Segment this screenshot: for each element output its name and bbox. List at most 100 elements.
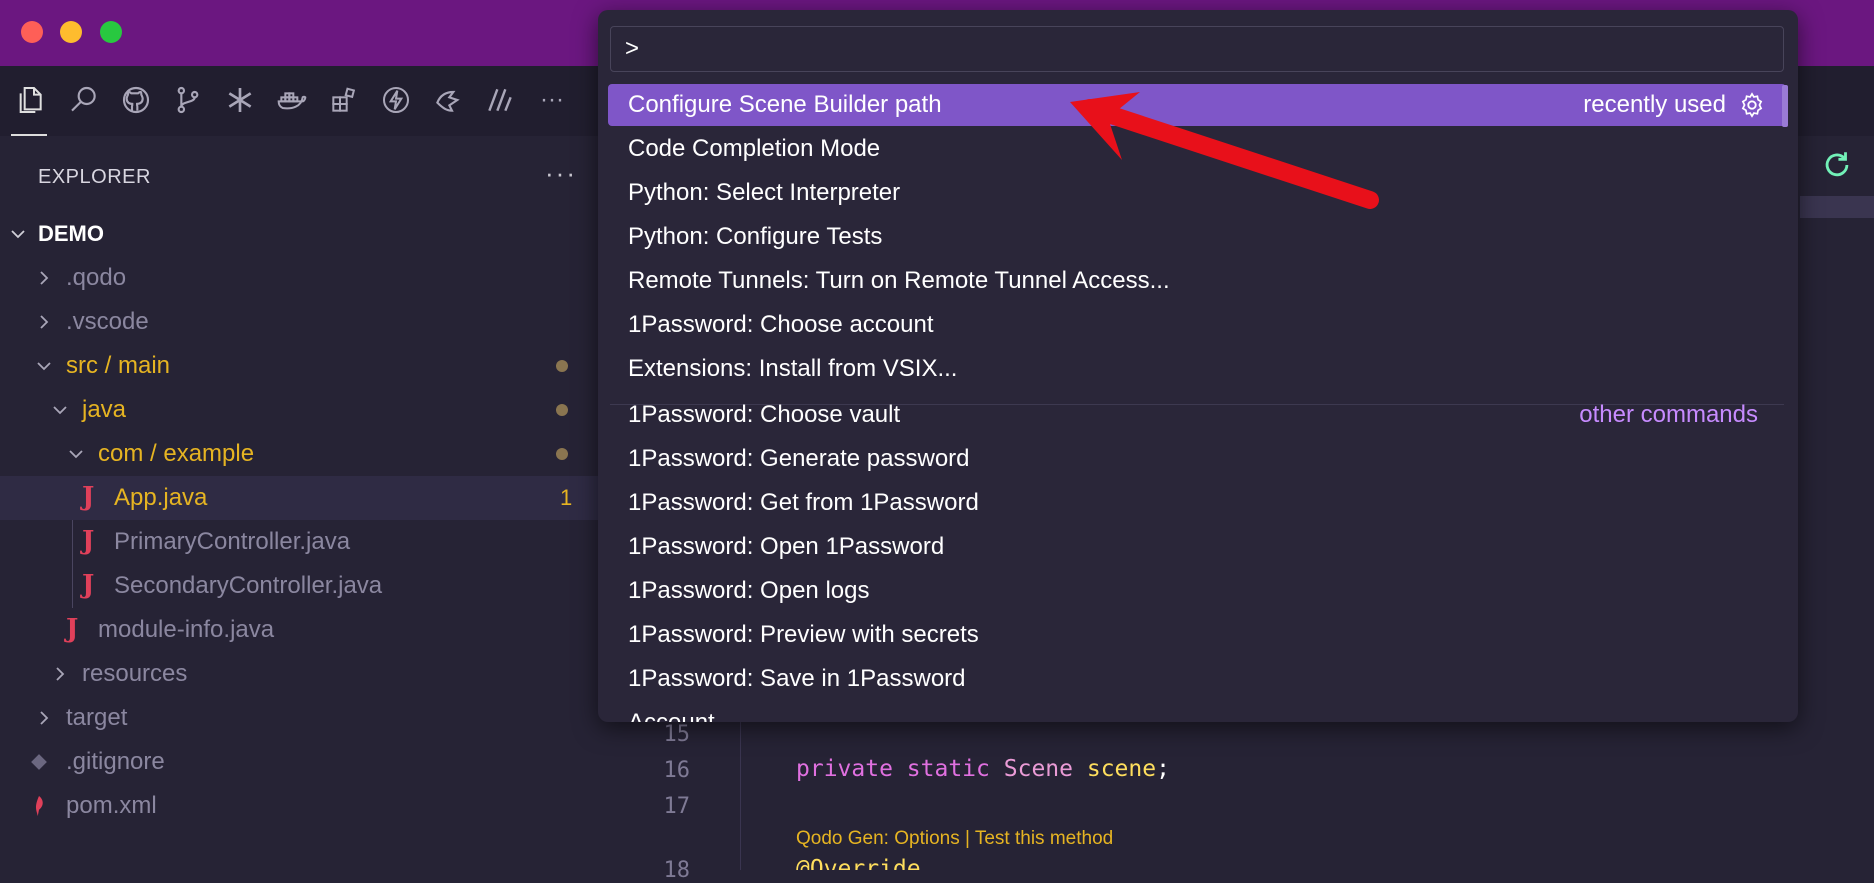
tree-item-pom-xml[interactable]: pom.xml bbox=[0, 784, 600, 828]
chevron-down-icon bbox=[69, 450, 83, 459]
more-icon[interactable]: ··· bbox=[534, 82, 570, 118]
line-number: 18 bbox=[663, 858, 691, 883]
tree-item-label: App.java bbox=[114, 484, 208, 511]
java-file-icon: J bbox=[82, 526, 95, 556]
tree-item-qodo[interactable]: .qodo bbox=[0, 256, 600, 300]
command-label: 1Password: Save in 1Password bbox=[628, 665, 966, 692]
command-label: 1Password: Choose vault bbox=[628, 401, 901, 428]
command-palette: Configure Scene Builder path recently us… bbox=[598, 10, 1798, 722]
remote-icon[interactable] bbox=[430, 82, 466, 118]
tree-item-target[interactable]: target bbox=[0, 696, 600, 740]
command-label: 1Password: Open logs bbox=[628, 577, 870, 604]
explorer-more-icon[interactable]: ··· bbox=[545, 158, 577, 189]
source-control-icon[interactable] bbox=[170, 82, 206, 118]
command-item[interactable]: Account bbox=[608, 702, 1786, 722]
editor-indent-guide bbox=[740, 720, 741, 870]
qodo-icon[interactable] bbox=[482, 82, 518, 118]
maximize-window-button[interactable] bbox=[100, 21, 122, 43]
command-item[interactable]: 1Password: Choose account bbox=[608, 304, 1786, 346]
tree-item-secondary-controller[interactable]: J SecondaryController.java bbox=[0, 564, 600, 608]
command-item[interactable]: 1Password: Generate password bbox=[608, 438, 1786, 480]
command-label: 1Password: Choose account bbox=[628, 311, 934, 338]
java-file-icon: J bbox=[82, 482, 95, 512]
tree-item-vscode[interactable]: .vscode bbox=[0, 300, 600, 344]
tree-item-label: com / example bbox=[98, 440, 255, 467]
tree-item-label: resources bbox=[82, 660, 188, 687]
command-item[interactable]: 1Password: Preview with secrets bbox=[608, 614, 1786, 656]
tree-item-src-main[interactable]: src / main bbox=[0, 344, 600, 388]
maven-feather-icon bbox=[36, 796, 43, 816]
tree-item-label: .vscode bbox=[66, 308, 149, 335]
command-label: Extensions: Install from VSIX... bbox=[628, 355, 958, 382]
tree-item-label: .gitignore bbox=[66, 748, 165, 775]
extension-asterisk-icon[interactable] bbox=[222, 82, 258, 118]
explorer-icon[interactable] bbox=[12, 82, 48, 118]
command-item[interactable]: Code Completion Mode bbox=[608, 128, 1786, 170]
minimize-window-button[interactable] bbox=[60, 21, 82, 43]
chevron-down-icon bbox=[53, 406, 67, 415]
modified-dot bbox=[556, 404, 568, 416]
activity-bar: ··· bbox=[0, 66, 600, 136]
chevron-down-icon bbox=[11, 230, 25, 239]
docker-icon[interactable] bbox=[274, 82, 310, 118]
annotation-line: @Override bbox=[796, 856, 921, 870]
type-name: Scene bbox=[1003, 756, 1073, 782]
chevron-down-icon bbox=[37, 362, 51, 371]
tree-item-module-info[interactable]: J module-info.java bbox=[0, 608, 600, 652]
recently-used-label: recently used bbox=[1583, 91, 1726, 118]
command-label: 1Password: Open 1Password bbox=[628, 533, 945, 560]
problem-count-badge: 1 bbox=[560, 485, 573, 510]
command-item[interactable]: 1Password: Save in 1Password bbox=[608, 658, 1786, 700]
tree-root-demo[interactable]: DEMO bbox=[0, 212, 600, 256]
command-label: Code Completion Mode bbox=[628, 135, 881, 162]
tree-item-app-java[interactable]: J App.java 1 bbox=[0, 476, 600, 520]
modified-dot bbox=[556, 360, 568, 372]
gear-icon[interactable] bbox=[1738, 91, 1766, 119]
close-window-button[interactable] bbox=[21, 21, 43, 43]
tree-item-resources[interactable]: resources bbox=[0, 652, 600, 696]
tree-item-label: module-info.java bbox=[98, 616, 275, 643]
java-file-icon: J bbox=[82, 570, 95, 600]
command-label: Python: Select Interpreter bbox=[628, 179, 901, 206]
chevron-right-icon bbox=[40, 711, 49, 725]
explorer-sidebar: EXPLORER ··· DEMO .qodo .vscode src / ma… bbox=[0, 136, 600, 870]
command-item[interactable]: 1Password: Open logs bbox=[608, 570, 1786, 612]
tree-item-com-example[interactable]: com / example bbox=[0, 432, 600, 476]
github-icon[interactable] bbox=[118, 82, 154, 118]
tree-item-label: .qodo bbox=[66, 264, 127, 291]
refresh-icon[interactable] bbox=[1820, 148, 1854, 182]
tree-item-label: PrimaryController.java bbox=[114, 528, 351, 555]
command-item[interactable]: Extensions: Install from VSIX... bbox=[608, 348, 1786, 390]
modified-dot bbox=[556, 448, 568, 460]
command-item[interactable]: Python: Select Interpreter bbox=[608, 172, 1786, 214]
semicolon: ; bbox=[1156, 756, 1170, 782]
command-item[interactable]: 1Password: Choose vault other commands bbox=[608, 394, 1786, 436]
other-commands-label: other commands bbox=[1579, 401, 1758, 428]
extensions-icon[interactable] bbox=[326, 82, 362, 118]
command-palette-input[interactable] bbox=[610, 26, 1784, 72]
command-item[interactable]: 1Password: Open 1Password bbox=[608, 526, 1786, 568]
tree-item-java[interactable]: java bbox=[0, 388, 600, 432]
command-label: Configure Scene Builder path bbox=[628, 91, 942, 118]
chevron-right-icon bbox=[40, 271, 49, 285]
search-icon[interactable] bbox=[66, 82, 102, 118]
command-item[interactable]: Python: Configure Tests bbox=[608, 216, 1786, 258]
lightning-icon[interactable] bbox=[378, 82, 414, 118]
command-item-configure-scene-builder[interactable]: Configure Scene Builder path recently us… bbox=[608, 84, 1786, 126]
tree-item-primary-controller[interactable]: J PrimaryController.java bbox=[0, 520, 600, 564]
git-file-icon bbox=[31, 754, 47, 770]
qodo-codelens[interactable]: Qodo Gen: Options | Test this method bbox=[796, 828, 1113, 850]
tree-item-label: java bbox=[82, 396, 127, 423]
tree-item-gitignore[interactable]: .gitignore bbox=[0, 740, 600, 784]
code-line[interactable]: private static Scene scene; bbox=[796, 756, 1170, 782]
command-label: Python: Configure Tests bbox=[628, 223, 883, 250]
command-item[interactable]: Remote Tunnels: Turn on Remote Tunnel Ac… bbox=[608, 260, 1786, 302]
recently-used-tag: recently used bbox=[1583, 91, 1766, 119]
tree-root-label: DEMO bbox=[38, 221, 104, 246]
command-label: Remote Tunnels: Turn on Remote Tunnel Ac… bbox=[628, 267, 1170, 294]
explorer-title: EXPLORER bbox=[38, 166, 151, 188]
palette-scrollbar[interactable] bbox=[1782, 85, 1788, 127]
tree-item-label: SecondaryController.java bbox=[114, 572, 383, 599]
command-item[interactable]: 1Password: Get from 1Password bbox=[608, 482, 1786, 524]
command-label: 1Password: Generate password bbox=[628, 445, 970, 472]
